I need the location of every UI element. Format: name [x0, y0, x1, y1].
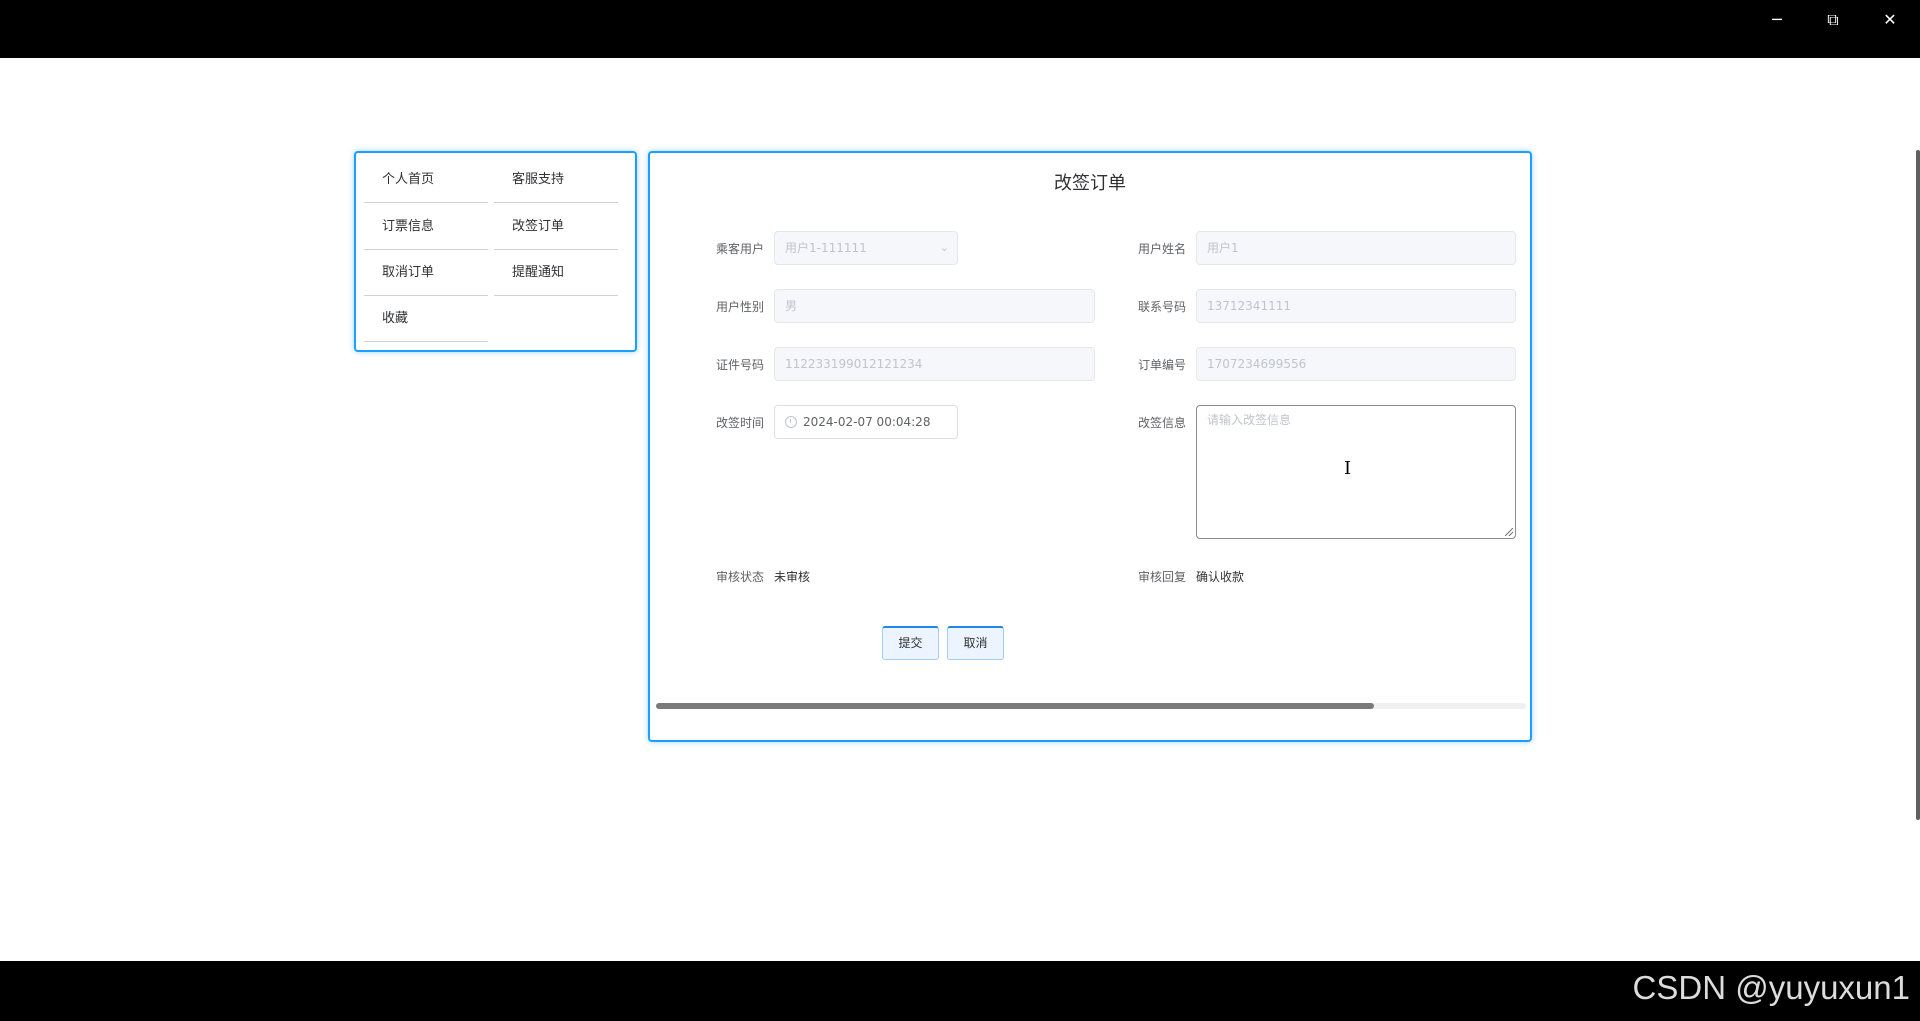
review-reply-label: 审核回复 [1137, 570, 1186, 584]
restore-icon[interactable]: ⧉ [1811, 8, 1855, 32]
gender-field[interactable]: 男 [774, 289, 1095, 323]
change-info-placeholder: 请输入改签信息 [1207, 413, 1292, 427]
vertical-scrollbar[interactable] [1916, 150, 1920, 820]
order-number-label: 订单编号 [1137, 358, 1186, 372]
resize-handle-icon[interactable] [1505, 528, 1513, 536]
username-field[interactable]: 用户1 [1196, 231, 1516, 265]
menu-item-reminder[interactable]: 提醒通知 [494, 250, 618, 296]
change-info-label: 改签信息 [1137, 416, 1186, 430]
change-order-panel: 改签订单 乘客用户 用户1-111111 ⌄ 用户姓名 用户1 用户性别 男 联… [648, 151, 1532, 742]
submit-button[interactable]: 提交 [882, 626, 939, 660]
passenger-label: 乘客用户 [715, 242, 764, 256]
menu-item-favorites[interactable]: 收藏 [364, 296, 488, 342]
menu-item-change-order[interactable]: 改签订单 [494, 204, 618, 250]
horizontal-scrollbar[interactable] [656, 703, 1526, 709]
page-title: 改签订单 [1054, 173, 1126, 194]
change-time-value: 2024-02-07 00:04:28 [803, 415, 931, 429]
review-reply-value: 确认收款 [1196, 570, 1245, 584]
passenger-value: 用户1-111111 [785, 241, 867, 255]
chevron-down-icon: ⌄ [939, 241, 949, 254]
cancel-button[interactable]: 取消 [947, 626, 1004, 660]
id-number-label: 证件号码 [715, 358, 764, 372]
change-time-label: 改签时间 [715, 416, 764, 430]
clock-icon [785, 415, 797, 428]
passenger-select[interactable]: 用户1-111111 ⌄ [774, 231, 958, 265]
gender-label: 用户性别 [715, 300, 764, 314]
change-info-textarea[interactable]: 请输入改签信息 [1196, 405, 1516, 539]
phone-field[interactable]: 13712341111 [1196, 289, 1516, 323]
minimize-icon[interactable]: ─ [1755, 8, 1799, 32]
order-number-field[interactable]: 1707234699556 [1196, 347, 1516, 381]
menu-item-customer-support[interactable]: 客服支持 [494, 157, 618, 203]
menu-item-personal-home[interactable]: 个人首页 [364, 157, 488, 203]
menu-item-cancel-order[interactable]: 取消订单 [364, 250, 488, 296]
change-time-picker[interactable]: 2024-02-07 00:04:28 [774, 405, 958, 439]
username-label: 用户姓名 [1137, 242, 1186, 256]
bottom-bar: CSDN @yuyuxun1 [0, 961, 1920, 1021]
phone-label: 联系号码 [1137, 300, 1186, 314]
id-number-field[interactable]: 112233199012121234 [774, 347, 1095, 381]
text-cursor-icon: I [1344, 458, 1352, 479]
watermark-text: CSDN @yuyuxun1 [1632, 969, 1910, 1006]
side-menu: 个人首页 客服支持 订票信息 改签订单 取消订单 提醒通知 收藏 [354, 151, 637, 352]
horizontal-scrollbar-thumb[interactable] [656, 703, 1374, 709]
window-titlebar: ─ ⧉ ✕ [0, 0, 1920, 58]
review-status-label: 审核状态 [715, 570, 764, 584]
menu-item-ticket-info[interactable]: 订票信息 [364, 204, 488, 250]
review-status-value: 未审核 [774, 570, 811, 584]
close-icon[interactable]: ✕ [1868, 8, 1912, 32]
